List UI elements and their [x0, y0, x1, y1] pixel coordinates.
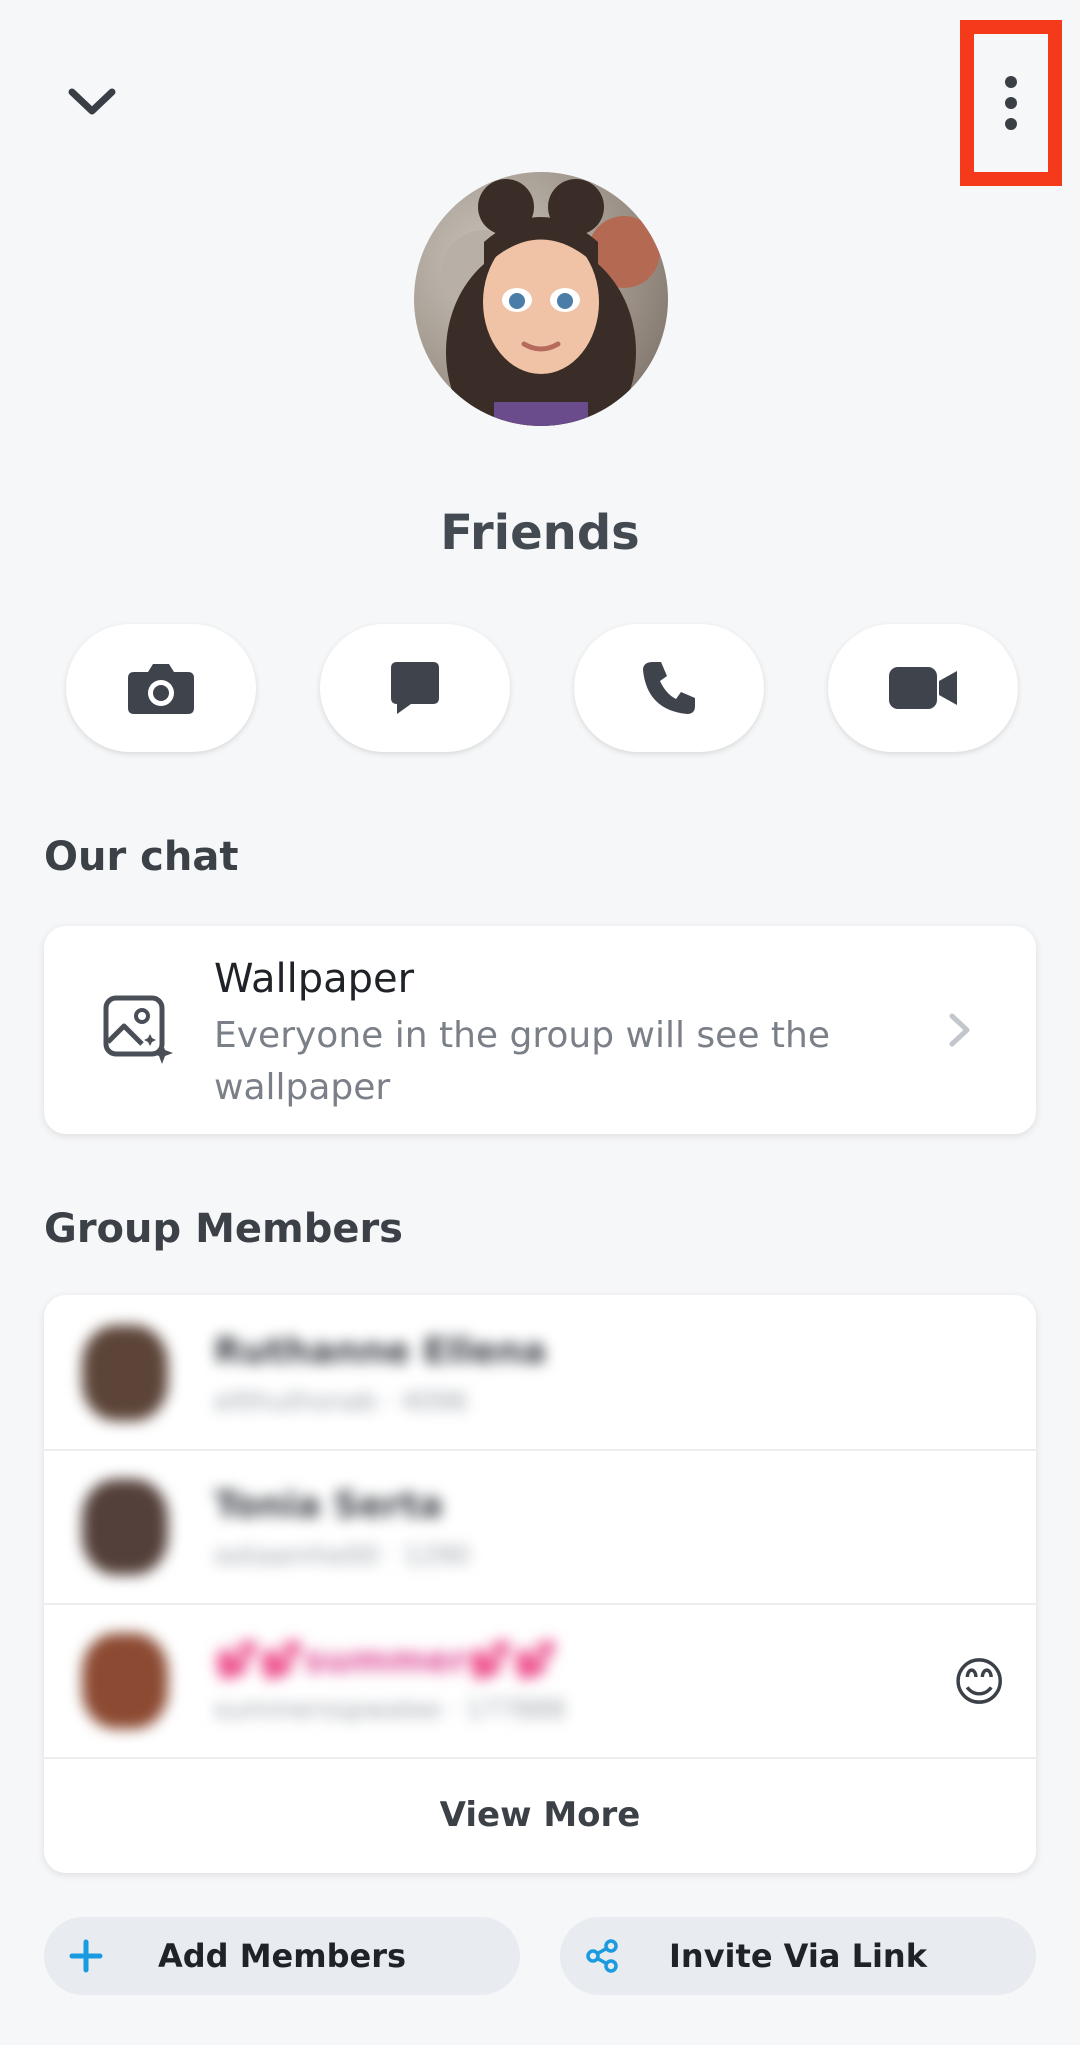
member-name: Tonia Serta: [214, 1485, 443, 1526]
member-row[interactable]: Ruthanne Ellena ellthuthsnab · 4096: [44, 1295, 1036, 1451]
member-username: ellthuthsnab · 4096: [214, 1387, 468, 1417]
chat-icon: [391, 662, 439, 714]
member-row[interactable]: 💕💕summer💕💕 summersspwalee · 177888 😊: [44, 1603, 1036, 1759]
video-icon: [889, 667, 957, 709]
invite-via-link-label: Invite Via Link: [669, 1937, 927, 1975]
call-button[interactable]: [574, 624, 764, 752]
group-name: Friends: [440, 505, 640, 561]
share-icon: [580, 1934, 624, 1978]
invite-via-link-button[interactable]: Invite Via Link: [560, 1917, 1036, 1995]
chat-button[interactable]: [320, 624, 510, 752]
wallpaper-icon: [103, 995, 173, 1064]
member-username: summersspwalee · 177888: [214, 1695, 566, 1725]
back-button[interactable]: [52, 72, 132, 132]
group-avatar[interactable]: [414, 172, 668, 426]
video-call-button[interactable]: [828, 624, 1018, 752]
view-more-button[interactable]: View More: [44, 1757, 1036, 1873]
member-name: 💕💕summer💕💕: [214, 1640, 558, 1681]
add-members-button[interactable]: Add Members: [44, 1917, 520, 1995]
member-name: Ruthanne Ellena: [214, 1331, 547, 1372]
camera-button[interactable]: [66, 624, 256, 752]
friend-emoji-icon: 😊: [952, 1653, 1007, 1713]
phone-icon: [643, 662, 695, 714]
wallpaper-title: Wallpaper: [214, 956, 415, 1002]
avatar: [82, 1479, 168, 1575]
wallpaper-row[interactable]: Wallpaper Everyone in the group will see…: [44, 926, 1036, 1134]
camera-icon: [128, 664, 194, 714]
member-row[interactable]: Tonia Serta ootaamhe00 · 1290: [44, 1449, 1036, 1605]
more-options-button[interactable]: [960, 20, 1062, 186]
chevron-right-icon: [949, 1013, 970, 1047]
wallpaper-subtitle: Everyone in the group will see the wallp…: [214, 1015, 830, 1108]
avatar: [82, 1633, 168, 1729]
group-members-heading: Group Members: [44, 1206, 403, 1252]
avatar: [82, 1325, 168, 1421]
members-list: Ruthanne Ellena ellthuthsnab · 4096 Toni…: [44, 1295, 1036, 1873]
more-vertical-icon: [1005, 76, 1017, 130]
plus-icon: [64, 1934, 108, 1978]
chevron-down-icon: [68, 88, 116, 115]
add-members-label: Add Members: [157, 1937, 407, 1975]
our-chat-heading: Our chat: [44, 834, 239, 880]
member-username: ootaamhe00 · 1290: [214, 1541, 470, 1571]
